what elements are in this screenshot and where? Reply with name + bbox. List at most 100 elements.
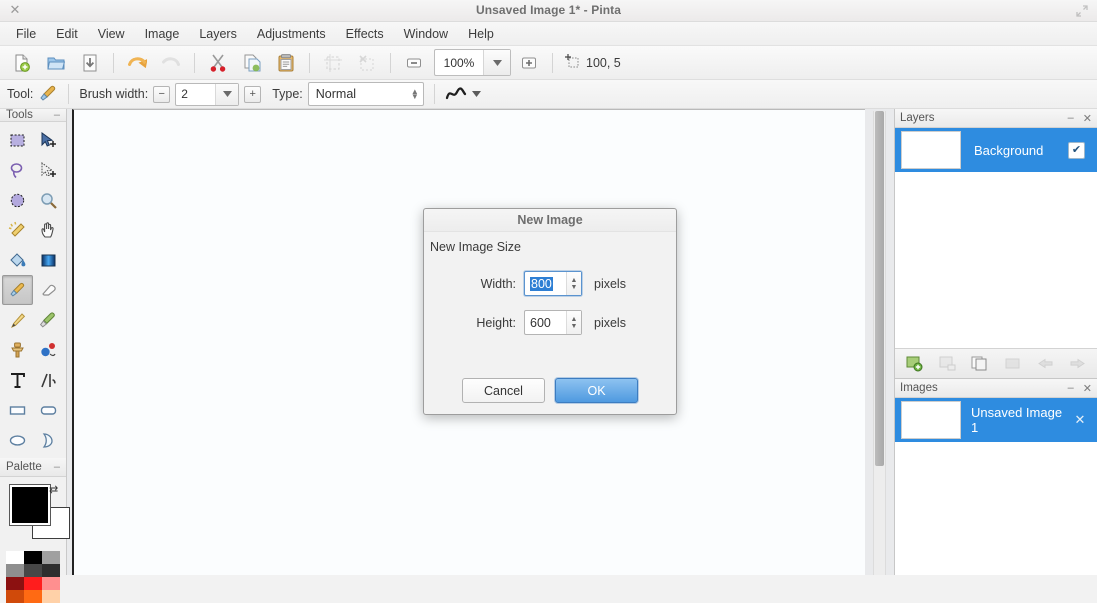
paintbrush-tool[interactable]: [2, 275, 33, 305]
curve-icon[interactable]: [445, 86, 467, 102]
palette-color[interactable]: [6, 564, 24, 577]
ok-button[interactable]: OK: [555, 378, 638, 403]
delete-layer-button[interactable]: [933, 352, 962, 376]
ellipse-select-tool[interactable]: [2, 185, 33, 215]
eraser-tool[interactable]: [33, 275, 64, 305]
text-tool[interactable]: [2, 365, 33, 395]
cut-button[interactable]: [202, 48, 234, 77]
move-layer-down-button[interactable]: [1063, 352, 1092, 376]
layer-visibility-checkbox[interactable]: ✔: [1068, 141, 1085, 159]
width-input[interactable]: 800 ▲ ▼: [524, 271, 582, 296]
zoom-level-combo[interactable]: 100%: [434, 49, 511, 76]
zoom-tool[interactable]: [33, 185, 64, 215]
stepper-up-icon[interactable]: ▲: [571, 316, 578, 323]
menu-item-layers[interactable]: Layers: [189, 24, 247, 44]
duplicate-layer-button[interactable]: [965, 352, 994, 376]
width-value[interactable]: 800: [530, 276, 553, 291]
pan-tool[interactable]: [33, 215, 64, 245]
copy-button[interactable]: [236, 48, 268, 77]
zoom-in-button[interactable]: [513, 48, 545, 77]
crop-to-selection-button[interactable]: [317, 48, 349, 77]
move-selection-tool[interactable]: [33, 155, 64, 185]
deselect-all-button[interactable]: [351, 48, 383, 77]
brush-width-value[interactable]: 2: [176, 85, 215, 104]
height-stepper[interactable]: ▲ ▼: [566, 311, 581, 334]
close-icon[interactable]: ✕: [1083, 112, 1092, 125]
open-image-button[interactable]: [40, 48, 72, 77]
stepper-down-icon[interactable]: ▼: [571, 323, 578, 330]
recolor-tool[interactable]: [33, 335, 64, 365]
brush-width-increase-button[interactable]: +: [244, 85, 262, 103]
menu-item-image[interactable]: Image: [135, 24, 190, 44]
minimize-icon[interactable]: –: [54, 461, 60, 473]
add-layer-button[interactable]: [900, 352, 929, 376]
palette-color[interactable]: [42, 551, 60, 564]
save-image-button[interactable]: [74, 48, 106, 77]
clone-stamp-tool[interactable]: [2, 335, 33, 365]
palette-color[interactable]: [42, 590, 60, 603]
freeform-shape-tool[interactable]: [33, 425, 64, 455]
swap-colors-icon[interactable]: ⇄: [49, 483, 58, 496]
color-picker-tool[interactable]: [33, 305, 64, 335]
close-icon[interactable]: ✕: [1083, 382, 1092, 395]
zoom-out-button[interactable]: [398, 48, 430, 77]
minimize-icon[interactable]: –: [54, 109, 60, 121]
layer-row-background[interactable]: Background ✔: [895, 128, 1097, 172]
menu-item-file[interactable]: File: [6, 24, 46, 44]
new-image-button[interactable]: [6, 48, 38, 77]
move-layer-up-button[interactable]: [1031, 352, 1060, 376]
brush-width-decrease-button[interactable]: −: [153, 85, 171, 103]
menu-item-effects[interactable]: Effects: [336, 24, 394, 44]
chevron-down-icon[interactable]: [471, 91, 481, 97]
height-input[interactable]: 600 ▲ ▼: [524, 310, 582, 335]
primary-color-swatch[interactable]: [9, 484, 51, 526]
zoom-level-value[interactable]: 100%: [435, 56, 483, 70]
minimize-icon[interactable]: –: [1068, 382, 1074, 394]
cancel-button[interactable]: Cancel: [462, 378, 545, 403]
palette-color[interactable]: [42, 577, 60, 590]
width-stepper[interactable]: ▲ ▼: [566, 272, 581, 295]
redo-button[interactable]: [155, 48, 187, 77]
ellipse-tool[interactable]: [2, 425, 33, 455]
stepper-arrows-icon[interactable]: ▲ ▼: [411, 88, 419, 101]
palette-color[interactable]: [42, 564, 60, 577]
palette-color[interactable]: [24, 551, 42, 564]
menu-item-view[interactable]: View: [88, 24, 135, 44]
lasso-select-tool[interactable]: [2, 155, 33, 185]
blend-type-select[interactable]: Normal ▲ ▼: [307, 82, 424, 106]
palette-color[interactable]: [6, 551, 24, 564]
maximize-icon[interactable]: [1075, 4, 1089, 18]
rounded-rectangle-tool[interactable]: [33, 395, 64, 425]
palette-color[interactable]: [6, 590, 24, 603]
stepper-up-icon[interactable]: ▲: [571, 277, 578, 284]
paint-bucket-tool[interactable]: [2, 245, 33, 275]
brush-width-input[interactable]: 2: [175, 82, 240, 106]
menu-item-help[interactable]: Help: [458, 24, 504, 44]
chevron-down-icon[interactable]: [483, 50, 510, 75]
scrollbar-thumb[interactable]: [875, 111, 884, 466]
width-value-wrap[interactable]: 800: [525, 272, 566, 295]
menu-item-window[interactable]: Window: [394, 24, 458, 44]
rectangle-tool[interactable]: [2, 395, 33, 425]
stepper-down-icon[interactable]: ▼: [571, 284, 578, 291]
image-row-unsaved-image-1[interactable]: Unsaved Image 1 ✕: [895, 398, 1097, 442]
paste-button[interactable]: [270, 48, 302, 77]
height-value[interactable]: 600: [525, 311, 566, 334]
palette-color[interactable]: [6, 577, 24, 590]
line-curve-tool[interactable]: [33, 365, 64, 395]
menu-item-edit[interactable]: Edit: [46, 24, 88, 44]
gradient-tool[interactable]: [33, 245, 64, 275]
chevron-down-icon[interactable]: [215, 83, 239, 105]
palette-color[interactable]: [24, 590, 42, 603]
magic-wand-tool[interactable]: [2, 215, 33, 245]
menu-item-adjustments[interactable]: Adjustments: [247, 24, 336, 44]
move-selected-tool[interactable]: [33, 125, 64, 155]
rectangle-select-tool[interactable]: [2, 125, 33, 155]
palette-color[interactable]: [24, 564, 42, 577]
undo-button[interactable]: [121, 48, 153, 77]
palette-color[interactable]: [24, 577, 42, 590]
pencil-tool[interactable]: [2, 305, 33, 335]
close-image-icon[interactable]: ✕: [1071, 412, 1089, 428]
minimize-icon[interactable]: –: [1068, 112, 1074, 124]
canvas-vertical-scrollbar[interactable]: [873, 111, 886, 575]
